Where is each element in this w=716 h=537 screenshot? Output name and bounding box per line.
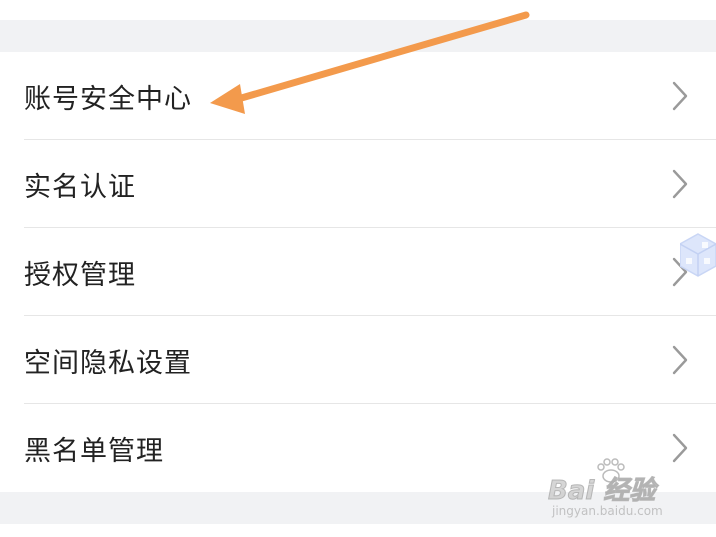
settings-item-label: 实名认证 — [24, 171, 136, 203]
settings-item-label: 黑名单管理 — [24, 435, 164, 467]
chevron-right-icon — [672, 169, 688, 199]
settings-item-label: 授权管理 — [24, 259, 136, 291]
chevron-right-icon — [672, 345, 688, 375]
bottom-card-edge — [0, 524, 716, 537]
settings-list: 账号安全中心 实名认证 授权管理 空间隐私设置 黑名单管理 — [0, 52, 716, 492]
settings-item-space-privacy[interactable]: 空间隐私设置 — [0, 316, 716, 404]
settings-item-real-name-auth[interactable]: 实名认证 — [0, 140, 716, 228]
top-card-edge — [0, 0, 716, 20]
settings-item-label: 空间隐私设置 — [24, 347, 192, 379]
settings-item-blacklist[interactable]: 黑名单管理 — [0, 404, 716, 492]
section-spacer-top — [0, 20, 716, 52]
settings-item-account-security[interactable]: 账号安全中心 — [0, 52, 716, 140]
chevron-right-icon — [672, 433, 688, 463]
chevron-right-icon — [672, 257, 688, 287]
chevron-right-icon — [672, 81, 688, 111]
settings-item-label: 账号安全中心 — [24, 83, 192, 115]
settings-item-authorization[interactable]: 授权管理 — [0, 228, 716, 316]
section-spacer-bottom — [0, 492, 716, 524]
